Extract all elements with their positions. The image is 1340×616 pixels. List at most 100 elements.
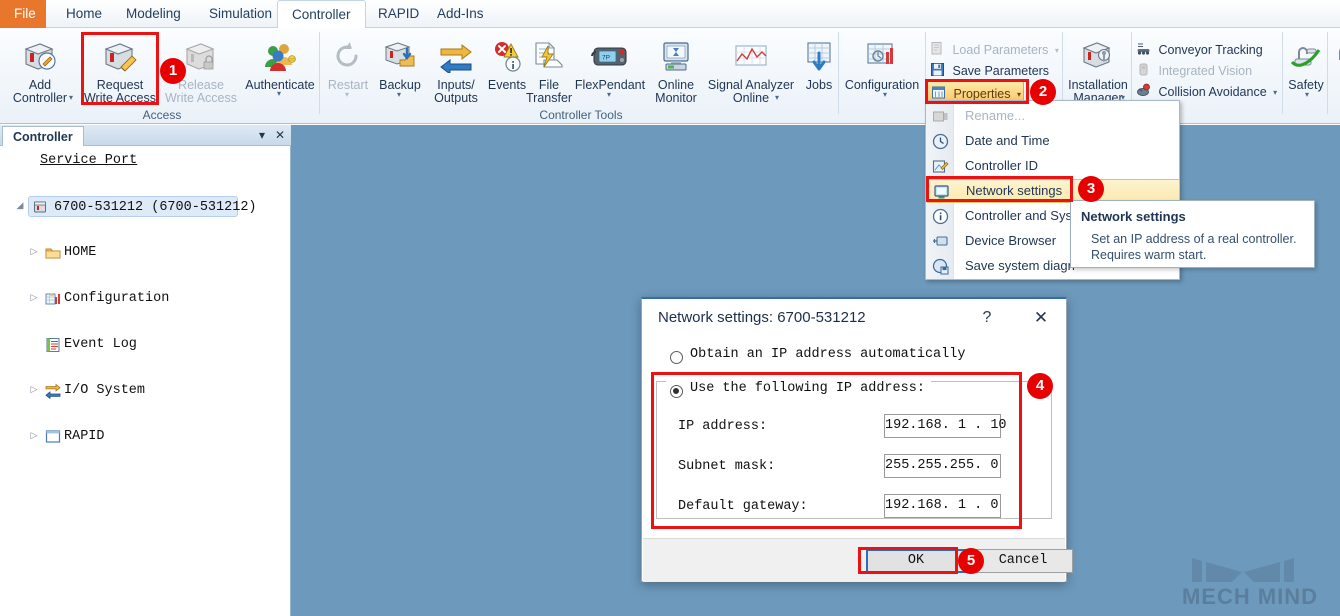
menu-item-date-and-time[interactable]: Date and Time: [927, 129, 1180, 153]
tree-item-service-port[interactable]: Service Port: [0, 149, 291, 172]
tooltip-title: Network settings: [1081, 209, 1304, 224]
chevron-down-icon[interactable]: ▾: [1273, 88, 1277, 97]
chevron-down-icon: ▾: [345, 88, 349, 101]
save-parameters-icon: [930, 62, 945, 80]
conveyor-tracking-item[interactable]: Conveyor Tracking: [1136, 41, 1263, 59]
expander-collapsed-icon[interactable]: ▷: [28, 287, 40, 310]
installation-manager-button[interactable]: Installation Manager ▾: [1066, 40, 1130, 105]
configuration-label: Configuration: [840, 79, 924, 92]
add-controller-icon: [4, 40, 76, 76]
conveyor-tracking-icon: [1136, 41, 1151, 59]
folder-icon: [45, 245, 61, 261]
save-parameters-item[interactable]: Save Parameters: [930, 62, 1049, 80]
menu-item-label: Controller ID: [965, 154, 1038, 178]
backup-button[interactable]: Backup ▾: [374, 40, 426, 92]
safety-icon: [1284, 40, 1328, 76]
dialog-title: Network settings: 6700-531212: [658, 309, 866, 326]
tree-item-event-log[interactable]: Event Log: [0, 333, 291, 356]
annotation-box-3: [926, 176, 1073, 202]
chevron-down-icon[interactable]: ▾: [607, 88, 611, 101]
configuration-icon: [45, 291, 61, 307]
authenticate-icon: [240, 40, 320, 76]
online-monitor-button[interactable]: Online Monitor: [648, 40, 704, 105]
partial-label: C: [1330, 79, 1340, 92]
mech-mind-logo-icon: [1170, 552, 1330, 588]
watermark: MECH MIND: [1170, 552, 1330, 610]
configuration-button[interactable]: Configuration ▾: [840, 40, 924, 92]
rapid-icon: [45, 429, 61, 445]
radio-obtain-ip-automatically[interactable]: [670, 351, 683, 364]
menu-item-label: Rename...: [965, 104, 1025, 128]
restart-icon: [324, 40, 372, 76]
annotation-badge-1: 1: [160, 58, 186, 84]
chevron-down-icon[interactable]: ▾: [775, 91, 779, 104]
chevron-down-icon[interactable]: ▾: [69, 91, 73, 104]
tree-item-io-system[interactable]: ▷ I/O System: [0, 379, 291, 402]
tree-item-controller[interactable]: ◢ 6700-531212 (6700-531212): [0, 195, 291, 218]
installation-manager-icon: [1066, 40, 1130, 76]
tree-item-configuration[interactable]: ▷ Configuration: [0, 287, 291, 310]
expander-collapsed-icon[interactable]: ▷: [28, 241, 40, 264]
tree-item-home[interactable]: ▷ HOME: [0, 241, 291, 264]
backup-icon: [374, 40, 426, 76]
jobs-button[interactable]: Jobs: [800, 40, 838, 92]
signal-analyzer-online-button[interactable]: Signal Analyzer Online ▾: [704, 40, 798, 105]
integrated-vision-label: Integrated Vision: [1158, 64, 1252, 78]
tab-modeling[interactable]: Modeling: [112, 0, 195, 28]
menu-item-controller-id[interactable]: Controller ID: [927, 154, 1180, 178]
load-parameters-icon: [930, 41, 945, 59]
pin-dropdown-icon[interactable]: ▾: [255, 128, 269, 142]
expander-collapsed-icon[interactable]: ▷: [28, 425, 40, 448]
cancel-button[interactable]: Cancel: [973, 549, 1073, 573]
collision-avoidance-item[interactable]: Collision Avoidance ▾: [1136, 83, 1277, 101]
close-icon[interactable]: ✕: [273, 128, 287, 142]
ribbon-separator: [1282, 32, 1283, 114]
next-group-partial[interactable]: C: [1330, 40, 1340, 92]
radio-obtain-ip-automatically-label: Obtain an IP address automatically: [690, 347, 965, 362]
annotation-box-4: [651, 372, 1022, 529]
expander-collapsed-icon[interactable]: ▷: [28, 379, 40, 402]
tooltip-line-1: Set an IP address of a real controller.: [1081, 231, 1304, 247]
tree-item-rapid[interactable]: ▷ RAPID: [0, 425, 291, 448]
chevron-down-icon[interactable]: ▾: [883, 88, 887, 101]
events-label: Events: [484, 79, 530, 92]
annotation-badge-5: 5: [958, 548, 984, 574]
annotation-badge-2: 2: [1030, 79, 1056, 105]
tab-home[interactable]: Home: [52, 0, 116, 28]
controller-dock-panel: Controller ▾ ✕ Service Port ◢ 6700-53121…: [0, 125, 291, 616]
watermark-text: MECH MIND: [1170, 584, 1330, 610]
annotation-box-1: [81, 32, 159, 105]
events-button[interactable]: Events: [484, 40, 530, 92]
tree-label: Event Log: [64, 333, 137, 356]
file-transfer-button[interactable]: File Transfer: [526, 40, 572, 105]
chevron-down-icon[interactable]: ▾: [397, 88, 401, 101]
jobs-label: Jobs: [800, 79, 838, 92]
jobs-icon: [800, 40, 838, 76]
expander-expanded-icon[interactable]: ◢: [14, 195, 26, 218]
online-monitor-label: Online Monitor: [648, 79, 704, 105]
safety-button[interactable]: Safety ▾: [1284, 40, 1328, 92]
add-controller-button[interactable]: Add Controller ▾: [4, 40, 76, 105]
save-parameters-label: Save Parameters: [952, 64, 1049, 78]
menu-item-label: Save system diagn: [965, 254, 1075, 278]
tab-file[interactable]: File: [0, 0, 46, 28]
authenticate-button[interactable]: Authenticate ▾: [240, 40, 320, 92]
flexpendant-button[interactable]: 7P FlexPendant ▾: [574, 40, 646, 92]
tab-addins[interactable]: Add-Ins: [423, 0, 498, 28]
chevron-down-icon[interactable]: ▾: [1305, 88, 1309, 101]
load-parameters-label: Load Parameters: [952, 43, 1048, 57]
info-icon: [932, 208, 949, 225]
annotation-badge-4: 4: [1027, 373, 1053, 399]
tree-label: 6700-531212 (6700-531212): [54, 196, 257, 219]
flexpendant-icon: 7P: [574, 40, 646, 76]
ribbon-tabbar: File Home Modeling Simulation Controller…: [0, 0, 1340, 28]
integrated-vision-item: Integrated Vision: [1136, 62, 1252, 80]
chevron-down-icon[interactable]: ▾: [277, 87, 281, 100]
signal-analyzer-online-label: Signal Analyzer Online: [704, 79, 798, 105]
tab-controller[interactable]: Controller: [277, 0, 366, 29]
inputs-outputs-button[interactable]: Inputs/ Outputs: [428, 40, 484, 105]
close-icon[interactable]: ✕: [1026, 305, 1056, 331]
help-button[interactable]: ?: [972, 305, 1002, 331]
controller-panel-tab[interactable]: Controller: [2, 126, 84, 146]
tab-simulation[interactable]: Simulation: [195, 0, 286, 28]
